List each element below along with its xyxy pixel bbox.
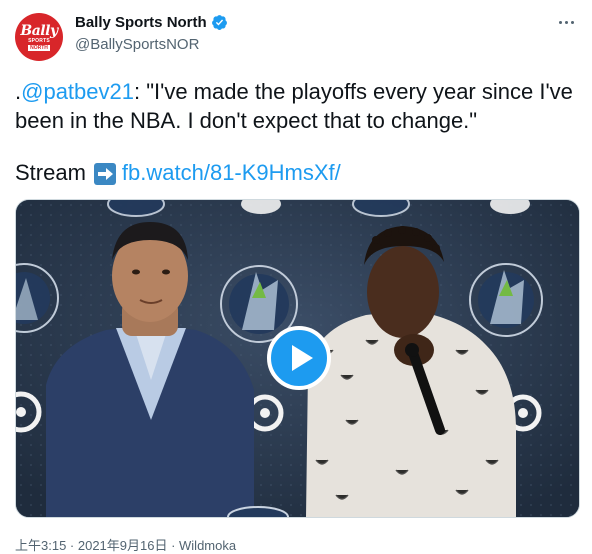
stream-label: Stream [15, 160, 86, 185]
stream-link[interactable]: fb.watch/81-K9HmsXf/ [122, 158, 341, 187]
avatar[interactable]: Bally SPORTS NORTH [15, 13, 63, 61]
right-arrow-emoji-icon [93, 162, 116, 185]
more-options-button[interactable] [554, 10, 578, 34]
mention-link[interactable]: @patbev21 [21, 79, 134, 104]
author-handle[interactable]: @BallySportsNOR [75, 36, 199, 53]
tweet-timestamp[interactable]: 上午3:15 · 2021年9月16日 · Wildmoka [15, 535, 236, 554]
avatar-logo-text: Bally [20, 22, 58, 39]
verified-badge-icon [211, 15, 227, 30]
more-dot-icon [564, 20, 568, 24]
play-button[interactable] [267, 326, 331, 390]
backdrop-logo-right [469, 263, 543, 337]
more-dot-icon [570, 20, 574, 24]
tweet-text: .@patbev21: "I've made the playoffs ever… [15, 77, 575, 135]
avatar-logo-sub2: NORTH [28, 44, 50, 51]
display-name[interactable]: Bally Sports North [75, 14, 207, 31]
author-name-row: Bally Sports North [75, 14, 228, 31]
stream-line: Stream fb.watch/81-K9HmsXf/ [15, 158, 341, 187]
avatar-logo-sub: SPORTS [28, 37, 50, 44]
play-icon [267, 326, 331, 390]
video-player[interactable] [15, 199, 580, 518]
more-dot-icon [558, 20, 562, 24]
